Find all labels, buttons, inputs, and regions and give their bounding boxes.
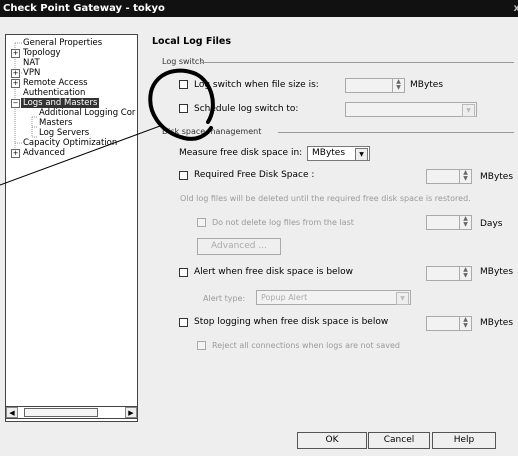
stepper-arrows-icon[interactable]: ▲ ▼ (392, 79, 404, 92)
disk-space-group-label: Disk space management (162, 127, 262, 136)
do-not-delete-checkbox[interactable] (197, 218, 206, 227)
tree-expand-icon[interactable]: + (11, 49, 20, 58)
stop-logging-stepper[interactable]: ▲ ▼ (426, 316, 472, 331)
stop-logging-checkbox[interactable] (179, 318, 188, 327)
ok-button[interactable]: OK (297, 432, 367, 449)
stepper-arrows-icon[interactable]: ▲ ▼ (459, 317, 471, 330)
measure-label: Measure free disk space in: (179, 148, 303, 158)
scroll-left-icon[interactable]: ◀ (6, 407, 18, 418)
help-button[interactable]: Help (432, 432, 496, 449)
alert-type-label: Alert type: (203, 294, 246, 303)
tree-collapse-icon[interactable]: − (11, 99, 20, 108)
tree-item-additional-logging[interactable]: Additional Logging Cor (39, 108, 135, 118)
reject-connections-label: Reject all connections when logs are not… (212, 341, 401, 350)
schedule-select[interactable]: ▼ (345, 102, 477, 117)
alert-label: Alert when free disk space is below (194, 267, 353, 277)
log-switch-size-checkbox[interactable] (179, 80, 188, 89)
chevron-down-icon[interactable]: ▼ (355, 148, 368, 161)
required-free-space-checkbox[interactable] (179, 171, 188, 180)
required-free-space-unit: MBytes (480, 172, 514, 182)
cancel-button[interactable]: Cancel (368, 432, 430, 449)
reject-connections-checkbox[interactable] (197, 341, 206, 350)
measure-unit-value: MBytes (312, 148, 346, 158)
advanced-button[interactable]: Advanced ... (197, 238, 281, 255)
tree-item-logs-and-masters[interactable]: Logs and Masters (21, 98, 100, 108)
tree-item-nat[interactable]: NAT (23, 58, 40, 68)
stepper-arrows-icon[interactable]: ▲ ▼ (459, 170, 471, 183)
alert-type-select[interactable]: Popup Alert ▼ (256, 290, 411, 305)
chevron-down-icon[interactable]: ▼ (462, 104, 475, 117)
tree-item-topology[interactable]: Topology (23, 48, 61, 58)
dialog-window: Check Point Gateway - tokyo x General Pr… (0, 0, 518, 456)
close-icon[interactable]: x (514, 0, 518, 17)
log-switch-size-unit: MBytes (410, 80, 444, 90)
stepper-arrows-icon[interactable]: ▲ ▼ (459, 267, 471, 280)
tree-expand-icon[interactable]: + (11, 69, 20, 78)
stop-logging-label: Stop logging when free disk space is bel… (194, 317, 389, 327)
group-divider (200, 62, 514, 63)
tree-item-general-properties[interactable]: General Properties (23, 38, 102, 48)
tree-item-masters[interactable]: Masters (39, 118, 72, 128)
navigation-tree: General Properties + Topology NAT + VPN … (5, 34, 138, 422)
days-stepper[interactable]: ▲ ▼ (426, 215, 472, 230)
group-divider (278, 132, 514, 133)
chevron-down-icon[interactable]: ▼ (396, 292, 409, 305)
title-bar: Check Point Gateway - tokyo x (0, 0, 518, 17)
tree-horizontal-scrollbar[interactable]: ◀ ▶ (5, 406, 138, 419)
tree-expand-icon[interactable]: + (11, 79, 20, 88)
alert-checkbox[interactable] (179, 268, 188, 277)
schedule-log-switch-checkbox[interactable] (179, 104, 188, 113)
stepper-arrows-icon[interactable]: ▲ ▼ (459, 216, 471, 229)
required-free-space-stepper[interactable]: ▲ ▼ (426, 169, 472, 184)
page-title: Local Log Files (152, 36, 231, 47)
scroll-right-icon[interactable]: ▶ (125, 407, 137, 418)
old-files-note: Old log files will be deleted until the … (180, 194, 471, 203)
required-free-space-label: Required Free Disk Space : (194, 170, 315, 180)
schedule-log-switch-label: Schedule log switch to: (194, 104, 299, 114)
scroll-thumb[interactable] (24, 408, 98, 417)
window-title: Check Point Gateway - tokyo (3, 3, 165, 14)
do-not-delete-label: Do not delete log files from the last (212, 218, 354, 227)
tree-item-authentication[interactable]: Authentication (23, 88, 85, 98)
tree-item-capacity-optimization[interactable]: Capacity Optimization (23, 138, 117, 148)
measure-unit-select[interactable]: MBytes ▼ (307, 146, 370, 161)
days-unit: Days (480, 219, 503, 229)
log-switch-group-label: Log switch (162, 57, 205, 66)
log-switch-size-stepper[interactable]: ▲ ▼ (345, 78, 405, 93)
tree-expand-icon[interactable]: + (11, 149, 20, 158)
tree-item-advanced[interactable]: Advanced (23, 148, 65, 158)
alert-unit: MBytes (480, 267, 514, 277)
alert-stepper[interactable]: ▲ ▼ (426, 266, 472, 281)
alert-type-value: Popup Alert (261, 293, 308, 302)
tree-item-vpn[interactable]: VPN (23, 68, 40, 78)
tree-item-remote-access[interactable]: Remote Access (23, 78, 88, 88)
log-switch-size-label: Log switch when file size is: (194, 80, 319, 90)
stop-logging-unit: MBytes (480, 318, 514, 328)
tree-item-log-servers[interactable]: Log Servers (39, 128, 89, 138)
